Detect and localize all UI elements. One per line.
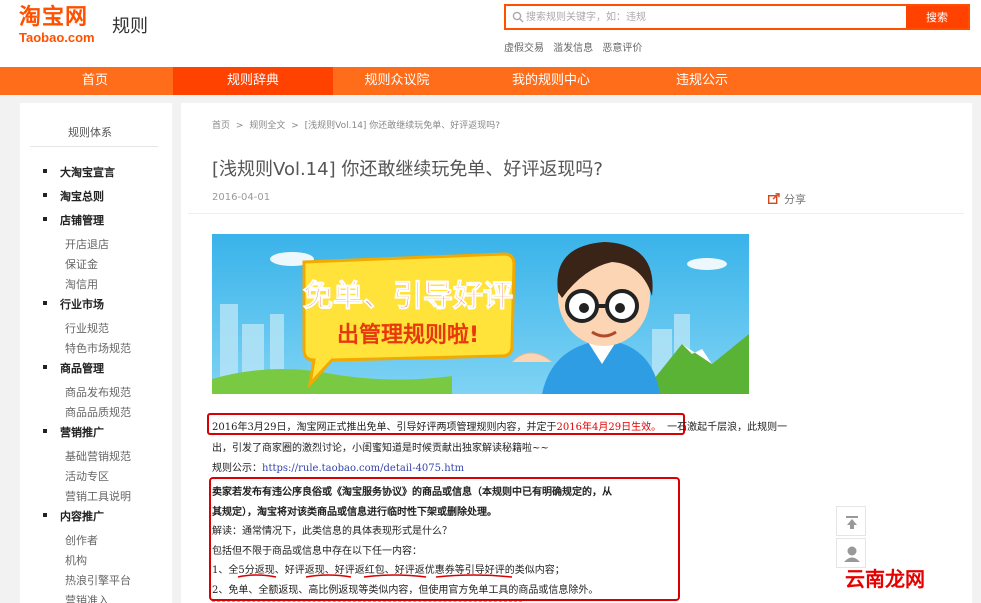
nav-item-home[interactable]: 首页	[15, 67, 175, 95]
red-underline-marks	[237, 574, 513, 578]
sidebar-item-label: 机构	[65, 554, 87, 567]
search-button[interactable]: 搜索	[906, 6, 968, 28]
nav-item-my-rules[interactable]: 我的规则中心	[471, 67, 631, 95]
sidebar-item-label: 商品发布规范	[65, 386, 131, 399]
back-to-top-button[interactable]	[836, 506, 866, 536]
sidebar-item-label: 热浪引擎平台	[65, 574, 131, 587]
text-run: 2016年3月29日，淘宝网正式推出免单、引导好评两项管理规则内容，并定于	[212, 422, 557, 433]
sidebar-item-label: 保证金	[65, 258, 98, 271]
hot-link[interactable]: 恶意评价	[602, 43, 642, 54]
breadcrumb-rules[interactable]: 规则全文	[249, 121, 285, 131]
quote-line: 解读：通常情况下，此类信息的具体表现形式是什么？	[212, 526, 452, 537]
effective-date: 2016年4月29日生效。	[556, 422, 662, 433]
page-title: [浅规则Vol.14] 你还敢继续玩免单、好评返现吗?	[212, 159, 603, 180]
article-banner-image: 免单、引导好评 出管理规则啦!	[212, 234, 749, 394]
sidebar-item-label: 营销推广	[60, 426, 104, 439]
sidebar-item-label: 行业规范	[65, 322, 109, 335]
sidebar-title: 规则体系	[68, 126, 112, 139]
sidebar-item-label: 商品管理	[60, 362, 104, 375]
bullet-icon	[43, 365, 47, 369]
sidebar-item-label: 创作者	[65, 534, 98, 547]
rule-link[interactable]: https://rule.taobao.com/detail-4075.htm	[262, 463, 464, 474]
taobao-logo[interactable]: 淘宝网 Taobao.com	[19, 6, 95, 45]
site-watermark: 云南龙网	[845, 567, 925, 591]
sidebar-item-label: 淘信用	[65, 278, 98, 291]
logo-text-cn: 淘宝网	[19, 5, 89, 30]
hot-link[interactable]: 滥发信息	[553, 43, 593, 54]
sidebar-item-label: 开店退店	[65, 238, 109, 251]
breadcrumb-home[interactable]: 首页	[212, 121, 230, 131]
hot-link[interactable]: 虚假交易	[504, 43, 544, 54]
sidebar-item-label: 内容推广	[60, 510, 104, 523]
bullet-icon	[43, 429, 47, 433]
quote-line: 其规定），淘宝将对该类商品或信息进行临时性下架或删除处理。	[212, 507, 497, 518]
share-icon	[768, 193, 780, 204]
sidebar-item-label: 基础营销规范	[65, 450, 131, 463]
breadcrumb: 首页 > 规则全文 > [浅规则Vol.14] 你还敢继续玩免单、好评返现吗?	[212, 118, 503, 131]
publish-date: 2016-04-01	[212, 192, 271, 203]
breadcrumb-separator: >	[291, 121, 299, 131]
sidebar-item-label: 营销准入	[65, 594, 109, 603]
bullet-icon	[43, 513, 47, 517]
breadcrumb-separator: >	[235, 121, 244, 131]
sidebar-item-label: 商品品质规范	[65, 406, 131, 419]
hot-search-links: 虚假交易 滥发信息 恶意评价	[504, 39, 648, 54]
nav-item-violations[interactable]: 违规公示	[622, 67, 782, 95]
paragraph-line: 规则公示：https://rule.taobao.com/detail-4075…	[212, 459, 464, 474]
logo-text-en: Taobao.com	[19, 30, 95, 45]
bullet-icon	[43, 193, 47, 197]
arrow-up-icon	[846, 516, 858, 529]
sidebar: 规则体系 大淘宝宣言淘宝总则店铺管理开店退店保证金淘信用行业市场行业规范特色市场…	[20, 103, 172, 603]
sidebar-item-label: 行业市场	[60, 298, 104, 311]
nav-item-rules-dictionary[interactable]: 规则辞典	[173, 67, 333, 95]
nav-item-rules-council[interactable]: 规则众议院	[317, 67, 477, 95]
quote-line: 2、免单、全额返现、高比例返现等类似内容，但使用官方免单工具的商品或信息除外。	[212, 585, 599, 596]
sidebar-item-label: 大淘宝宣言	[60, 166, 115, 179]
quote-line: 包括但不限于商品或信息中存在以下任一内容：	[212, 546, 422, 557]
sidebar-item-label: 淘宝总则	[60, 190, 104, 203]
bullet-icon	[43, 301, 47, 305]
quote-line: 卖家若发布有违公序良俗或《淘宝服务协议》的商品或信息（本规则中已有明确规定的，从	[212, 487, 612, 498]
sidebar-item-label: 店铺管理	[60, 214, 104, 227]
paragraph-line: 出，引发了商家圈的激烈讨论，小闺蜜知道是时候贡献出独家解读秘籍啦~~	[212, 443, 549, 454]
paragraph-line: 2016年3月29日，淘宝网正式推出免单、引导好评两项管理规则内容，并定于201…	[212, 418, 787, 433]
banner-subline: 出管理规则啦!	[337, 322, 479, 348]
main-nav: 首页 规则辞典 规则众议院 我的规则中心 违规公示	[0, 67, 981, 95]
header: 淘宝网 Taobao.com 规则 搜索 虚假交易 滥发信息 恶意评价	[0, 0, 981, 67]
search-box: 搜索	[504, 4, 970, 30]
banner-headline: 免单、引导好评	[303, 279, 513, 314]
text-run: 规则公示：	[212, 463, 262, 474]
sidebar-item-label: 活动专区	[65, 470, 109, 483]
sidebar-item-label: 特色市场规范	[65, 342, 131, 355]
site-section-title: 规则	[112, 16, 148, 37]
bullet-icon	[43, 217, 47, 221]
divider	[30, 146, 158, 147]
breadcrumb-current: [浅规则Vol.14] 你还敢继续玩免单、好评返现吗?	[304, 121, 501, 131]
divider	[212, 601, 522, 602]
search-icon	[512, 11, 524, 23]
share-label: 分享	[784, 193, 806, 206]
bullet-icon	[43, 169, 47, 173]
search-input[interactable]	[526, 6, 906, 28]
text-run: 一石激起千层浪，此规则一	[667, 422, 788, 433]
divider	[188, 213, 964, 214]
sidebar-item-label: 营销工具说明	[65, 490, 131, 503]
